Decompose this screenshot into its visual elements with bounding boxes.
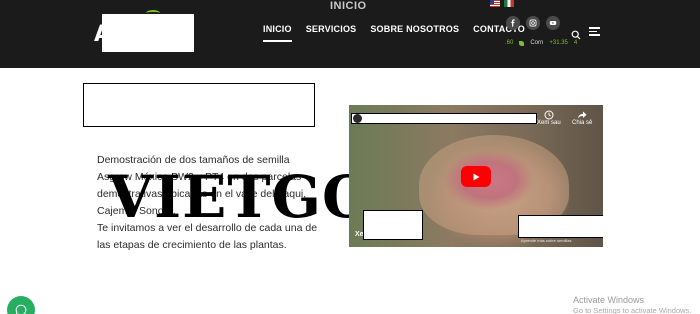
youtube-video-embed[interactable]: Xem sau Chia sẻ Xe Aprende más sobre sem… [349,105,603,247]
whatsapp-icon [15,304,27,314]
nav-item-sobre-nosotros[interactable]: SOBRE NOSOTROS [370,24,459,42]
logo-redaction-box [102,14,194,52]
watch-later-label: Xem sau [537,120,561,126]
share-label: Chia sẻ [572,120,593,126]
share-button[interactable]: Chia sẻ [572,110,592,126]
video-title-redaction-box [351,113,537,124]
search-icon[interactable] [571,27,581,40]
activate-windows-title: Activate Windows [573,295,645,305]
corn-icon [519,40,525,46]
activate-windows-subtitle: Go to Settings to activate Windows. [573,306,692,314]
play-button[interactable] [461,166,491,187]
whatsapp-chat-button[interactable] [7,296,35,314]
page-top-title: INICIO [330,0,367,12]
main-nav: INICIO SERVICIOS SOBRE NOSOTROS CONTACTO [263,24,525,42]
play-icon [473,173,480,180]
paragraph-line: las etapas de crecimiento de las plantas… [97,239,287,251]
instagram-icon[interactable] [526,16,540,30]
site-header: INICIO A INICIO SERVICIOS SOBRE NOSOTROS… [0,0,700,68]
social-links [506,16,560,30]
nav-item-servicios[interactable]: SERVICIOS [306,24,357,42]
vietgo-watermark: VIETGO [108,163,374,231]
channel-avatar[interactable] [353,114,362,123]
ticker-left-value: .60 [505,40,514,46]
heading-redaction-box [83,83,315,127]
video-overlay-redaction-left [363,210,423,240]
hamburger-menu-icon[interactable] [589,27,600,36]
language-switcher [490,0,514,7]
mexico-flag-icon[interactable] [504,0,514,7]
nav-item-inicio[interactable]: INICIO [263,24,292,42]
video-caption: Aprende más sobre semillas [521,238,572,243]
share-icon [577,111,587,119]
ticker-right-value: 4 [573,40,578,46]
market-ticker: .60 Corn +31.35 4 [505,40,577,46]
site-logo[interactable]: A [94,10,194,52]
youtube-icon[interactable] [546,16,560,30]
leaf-icon [146,10,160,16]
facebook-icon[interactable] [506,16,520,30]
watch-later-button[interactable]: Xem sau [537,110,561,126]
clock-icon [544,110,554,120]
ticker-label: Corn [530,40,544,46]
video-overlay-redaction-right [518,215,603,238]
ticker-value: +31.35 [549,40,568,46]
us-flag-icon[interactable] [490,0,500,7]
